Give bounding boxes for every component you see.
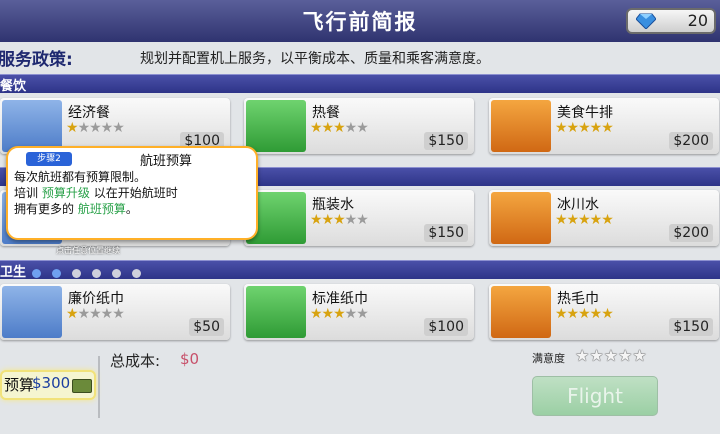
- total-cost-label: 总成本:: [110, 352, 161, 370]
- budget-upgrade-link: 预算升级: [41, 186, 90, 200]
- continue-hint: 点击任意位置继续: [56, 246, 120, 255]
- page-title: 飞行前简报: [302, 10, 418, 34]
- hot-towel-icon: [491, 286, 551, 338]
- tooltip-text: 培训: [14, 186, 39, 200]
- tooltip-text: 以在开始航班时: [93, 186, 178, 200]
- steak-icon: [491, 100, 551, 152]
- progress-dot: [72, 269, 81, 278]
- item-card-hot-towel[interactable]: 热毛巾 ★★★★★ $150: [489, 284, 719, 340]
- tooltip-title: 航班预算: [140, 154, 193, 169]
- rating-stars: ★★★★★: [310, 306, 369, 322]
- satisfaction-stars: ★★★★★: [575, 346, 647, 365]
- budget-label: 预算: [4, 376, 35, 394]
- item-card-cheap-tissue[interactable]: 廉价纸巾 ★★★★★ $50: [0, 284, 230, 340]
- gem-counter[interactable]: 20: [626, 8, 716, 34]
- policy-text: 规划并配置机上服务，以平衡成本、质量和乘客满意度。: [140, 51, 490, 67]
- hot-meal-icon: [246, 100, 306, 152]
- item-name: 冰川水: [557, 197, 599, 213]
- tissue-box-icon: [246, 286, 306, 338]
- item-card-bottled-water[interactable]: 瓶装水 ★★★★★ $150: [244, 190, 474, 246]
- glacier-water-icon: [491, 192, 551, 244]
- item-name: 美食牛排: [557, 105, 613, 121]
- item-name: 瓶装水: [312, 197, 354, 213]
- flight-button[interactable]: Flight: [532, 376, 658, 416]
- step-badge: 步骤2: [26, 152, 72, 166]
- tooltip-line-1: 每次航班都有预算限制。: [14, 170, 147, 184]
- footer-divider: [98, 356, 100, 418]
- diamond-icon: [636, 13, 656, 29]
- item-card-glacier-water[interactable]: 冰川水 ★★★★★ $200: [489, 190, 719, 246]
- flight-budget-highlight: 航班预算: [77, 202, 126, 216]
- item-price: $150: [424, 224, 468, 242]
- item-price: $150: [424, 132, 468, 150]
- item-price: $200: [669, 132, 713, 150]
- rating-stars: ★★★★★: [555, 212, 614, 228]
- progress-dot: [32, 269, 41, 278]
- tooltip-line-2: 培训 预算升级 以在开始航班时: [14, 184, 178, 201]
- tutorial-tooltip[interactable]: 步骤2 航班预算 每次航班都有预算限制。 培训 预算升级 以在开始航班时 拥有更…: [6, 146, 258, 240]
- progress-dot: [132, 269, 141, 278]
- gem-count: 20: [687, 11, 708, 30]
- item-name: 热餐: [312, 105, 340, 121]
- tooltip-line-3: 拥有更多的 航班预算。: [14, 200, 138, 217]
- cheap-tissue-icon: [2, 286, 62, 338]
- section-bar-catering: [0, 74, 720, 93]
- tutorial-progress-dots: [32, 263, 152, 282]
- satisfaction-label: 满意度: [532, 352, 565, 365]
- money-icon: [72, 379, 92, 393]
- item-price: $150: [669, 318, 713, 336]
- rating-stars: ★★★★★: [310, 120, 369, 136]
- item-name: 经济餐: [68, 105, 110, 121]
- meal-tray-icon: [2, 100, 62, 152]
- item-price: $200: [669, 224, 713, 242]
- item-name: 廉价纸巾: [68, 291, 124, 307]
- budget-display: 预算 $300: [0, 370, 96, 400]
- section-label-catering: 餐饮: [0, 79, 27, 94]
- rating-stars: ★★★★★: [310, 212, 369, 228]
- tooltip-text: 拥有更多的: [14, 202, 75, 216]
- item-name: 热毛巾: [557, 291, 599, 307]
- item-name: 标准纸巾: [312, 291, 368, 307]
- rating-stars: ★★★★★: [555, 306, 614, 322]
- progress-dot: [92, 269, 101, 278]
- total-cost-value: $0: [180, 350, 200, 368]
- policy-label: 服务政策:: [0, 50, 73, 70]
- section-label-hygiene: 卫生: [0, 265, 27, 280]
- rating-stars: ★★★★★: [555, 120, 614, 136]
- rating-stars: ★★★★★: [66, 120, 125, 136]
- budget-amount: $300: [32, 374, 71, 392]
- progress-dot: [52, 269, 61, 278]
- item-card-gourmet-steak[interactable]: 美食牛排 ★★★★★ $200: [489, 98, 719, 154]
- item-card-hot-meal[interactable]: 热餐 ★★★★★ $150: [244, 98, 474, 154]
- item-price: $100: [424, 318, 468, 336]
- rating-stars: ★★★★★: [66, 306, 125, 322]
- item-price: $50: [189, 318, 224, 336]
- progress-dot: [112, 269, 121, 278]
- item-card-standard-tissue[interactable]: 标准纸巾 ★★★★★ $100: [244, 284, 474, 340]
- tooltip-text: 。: [125, 202, 138, 216]
